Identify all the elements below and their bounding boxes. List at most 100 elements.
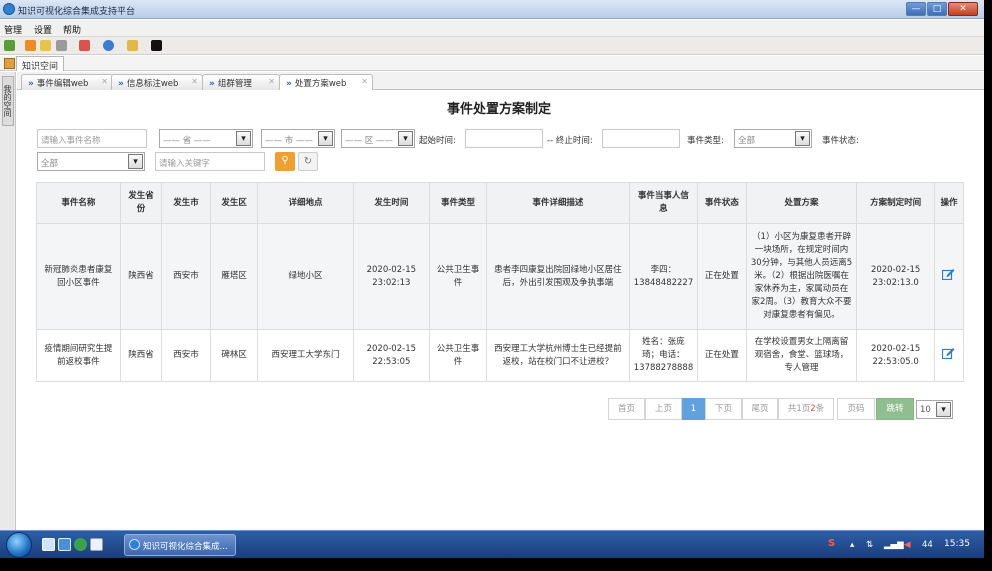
close-button[interactable]: ✕: [948, 2, 978, 16]
chevron-right-icon: »: [286, 79, 292, 89]
toolbar: [0, 37, 984, 55]
tab-event-edit[interactable]: » 事件编辑web ✕: [21, 74, 113, 90]
explorer-icon[interactable]: [58, 538, 71, 551]
cell-location: 绿地小区: [257, 223, 354, 330]
cell-location: 西安理工大学东门: [257, 329, 354, 382]
province-select[interactable]: —— 省 —— ▾: [159, 129, 253, 148]
users-icon[interactable]: [103, 40, 114, 51]
cell-plan: 在学校设置男女上隔离留观宿舍，食堂、篮球场，专人管理: [745, 329, 858, 382]
event-status-select[interactable]: 全部 ▾: [37, 152, 145, 171]
tab-group-management[interactable]: » 组群管理 ✕: [202, 74, 280, 90]
tab-label: 组群管理: [217, 79, 252, 89]
go-button[interactable]: 跳转: [876, 398, 914, 420]
star-icon[interactable]: [127, 40, 138, 51]
page-title: 事件处置方案制定: [446, 102, 551, 117]
tray-arrow-icon[interactable]: ▴: [850, 540, 854, 550]
tree-icon[interactable]: [74, 538, 87, 551]
folder-icon[interactable]: [40, 40, 51, 51]
cell-city: 西安市: [161, 329, 211, 382]
prev-page-button[interactable]: 上页: [645, 398, 682, 420]
cell-event-name: 疫情期间研究生提前返校事件: [36, 329, 121, 382]
clock: 15:35: [944, 539, 970, 549]
end-time-input[interactable]: [602, 129, 680, 148]
document-tabs: » 事件编辑web ✕ » 信息标注web ✕ » 组群管理 ✕ » 处置方案web ✕: [17, 72, 984, 90]
city-value: —— 市 ——: [265, 136, 313, 146]
check-app-icon[interactable]: [90, 538, 103, 551]
space-bar: 知识空间: [0, 56, 984, 72]
start-time-input[interactable]: [465, 129, 543, 148]
summary-suffix: 条: [815, 404, 825, 414]
column-header: 发生时间: [352, 182, 431, 224]
page-size-select[interactable]: 10 ▾: [916, 400, 953, 419]
cell-type: 公共卫生事件: [429, 223, 487, 330]
edit-icon[interactable]: [942, 347, 955, 359]
maximize-button[interactable]: □: [927, 2, 947, 16]
chevron-down-icon: ▾: [936, 402, 951, 417]
close-icon[interactable]: ✕: [268, 77, 275, 86]
app-icon: [129, 539, 140, 550]
city-select[interactable]: —— 市 —— ▾: [261, 129, 335, 148]
tab-knowledge-space[interactable]: 知识空间: [16, 56, 65, 72]
tab-info-annotation[interactable]: » 信息标注web ✕: [111, 74, 203, 90]
search-button[interactable]: ⚲: [275, 152, 295, 171]
menu-help[interactable]: 帮助: [63, 23, 81, 36]
column-header: 方案制定时间: [856, 182, 935, 224]
menu-settings[interactable]: 设置: [34, 23, 52, 36]
close-icon[interactable]: ✕: [361, 77, 368, 86]
app-icon: [3, 3, 15, 15]
last-page-button[interactable]: 尾页: [742, 398, 778, 420]
reset-button[interactable]: ↻: [298, 152, 318, 171]
page-size-value: 10: [920, 405, 931, 415]
taskbar-app-button[interactable]: 知识可视化综合集成...: [124, 534, 236, 556]
menu-manage[interactable]: 管理: [4, 23, 22, 36]
cell-plan: （1）小区为康复患者开辟一块场所，在规定时间内30分钟，与其他人员远离5米。（2…: [745, 223, 858, 330]
tab-label: 信息标注web: [126, 79, 179, 89]
next-page-button[interactable]: 下页: [705, 398, 742, 420]
cell-actions: [933, 329, 965, 382]
current-page-button[interactable]: 1: [682, 398, 705, 420]
district-select[interactable]: —— 区 —— ▾: [341, 129, 415, 148]
events-table: 事件名称 发生省份 发生市 发生区 详细地点 发生时间 事件类型 事件详细描述 …: [36, 182, 965, 382]
event-name-input[interactable]: 请输入事件名称: [37, 129, 147, 148]
cell-actions: [933, 223, 965, 330]
tray-signal-icon[interactable]: ▂▄▆: [884, 540, 904, 550]
column-header: 事件名称: [36, 182, 121, 224]
chevron-down-icon: ▾: [236, 131, 251, 146]
chevron-down-icon: ▾: [128, 154, 143, 169]
space-icon: [4, 58, 15, 69]
page-number-input[interactable]: 页码: [837, 398, 875, 420]
chevron-right-icon: »: [28, 79, 34, 89]
title-bar: 知识可视化综合集成支持平台 — □ ✕: [0, 0, 984, 19]
rss-icon[interactable]: [25, 40, 36, 51]
cell-status: 正在处置: [697, 223, 747, 330]
close-icon[interactable]: ✕: [191, 77, 198, 86]
table-row[interactable]: 新冠肺炎患者康复回小区事件 陕西省 西安市 雁塔区 绿地小区 2020-02-1…: [36, 223, 965, 330]
cell-district: 雁塔区: [209, 223, 259, 330]
province-value: —— 省 ——: [163, 136, 211, 146]
chevron-right-icon: »: [209, 79, 215, 89]
event-type-select[interactable]: 全部 ▾: [734, 129, 812, 148]
keyword-input[interactable]: 请输入关键字: [155, 152, 265, 171]
first-page-button[interactable]: 首页: [608, 398, 645, 420]
tray-volume-icon[interactable]: ◀: [904, 540, 911, 550]
camera-icon[interactable]: [151, 40, 162, 51]
close-icon[interactable]: ✕: [101, 77, 108, 86]
start-button[interactable]: [6, 532, 32, 558]
cell-city: 西安市: [161, 223, 211, 330]
tray-network-icon[interactable]: ⇅: [866, 540, 873, 550]
end-time-label: -- 终止时间:: [547, 136, 593, 146]
window-title: 知识可视化综合集成支持平台: [18, 7, 136, 17]
tools-icon[interactable]: [79, 40, 90, 51]
minimize-button[interactable]: —: [906, 2, 926, 16]
vertical-tab-my-space[interactable]: 我的空间: [2, 76, 14, 126]
edit-icon[interactable]: [942, 268, 955, 280]
tab-disposal-plan[interactable]: » 处置方案web ✕: [279, 74, 373, 90]
home-icon[interactable]: [4, 40, 15, 51]
show-desktop-icon[interactable]: [42, 538, 55, 551]
cell-description: 患者李四康复出院回绿地小区居住后，外出引发围观及争执事端: [485, 223, 630, 330]
table-row[interactable]: 疫情期间研究生提前返校事件 陕西省 西安市 碑林区 西安理工大学东门 2020-…: [36, 329, 965, 382]
document-icon[interactable]: [56, 40, 67, 51]
sogou-ime-icon[interactable]: S: [828, 538, 835, 549]
taskbar-app-label: 知识可视化综合集成...: [143, 542, 228, 552]
desktop-window: 知识可视化综合集成支持平台 — □ ✕ 管理 设置 帮助 知识空间 我的空间 »…: [0, 0, 984, 558]
